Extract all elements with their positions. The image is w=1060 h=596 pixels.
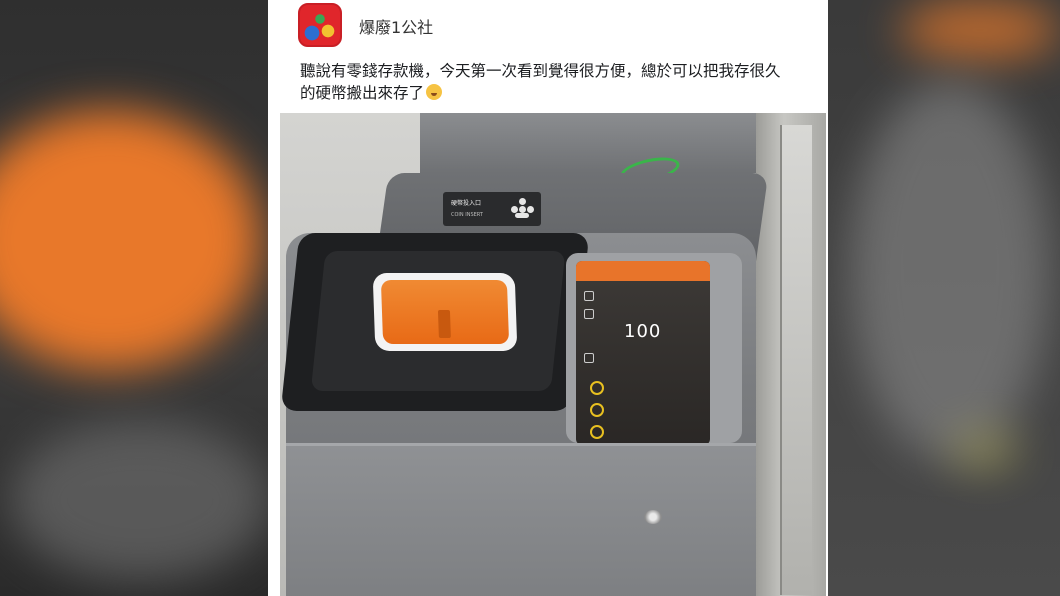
post-text-line-2-content: 的硬幣搬出來存了 — [300, 84, 425, 102]
coin-insert-label: 硬幣投入口 COIN INSERT — [443, 192, 541, 226]
instruction-panel: 100 — [566, 253, 742, 445]
blur-yellow-shape-right — [950, 430, 1020, 470]
machine-back-panel — [420, 113, 760, 173]
coin-deposit-machine: 100 — [280, 233, 756, 596]
page-avatar[interactable] — [298, 3, 342, 47]
coin-slot — [437, 310, 451, 338]
blurred-background-left — [0, 0, 268, 596]
screen-yellow-icon-1 — [590, 381, 604, 395]
blur-gray-shape — [10, 420, 268, 580]
post-body-text: 聽說有零錢存款機，今天第一次看到覺得很方便，總於可以把我存很久 的硬幣搬出來存了 — [300, 60, 810, 104]
screen-coin-limit: 100 — [624, 321, 662, 342]
post-header: 爆廢1公社 — [268, 0, 828, 56]
instruction-screen: 100 — [576, 261, 710, 445]
coin-funnel-rim — [372, 273, 518, 351]
screen-step-icon-2 — [584, 309, 594, 319]
emoji-icon — [426, 84, 443, 100]
screen-step-icon-3 — [584, 353, 594, 363]
screen-header-bar — [576, 261, 710, 281]
page-name[interactable]: 爆廢1公社 — [359, 14, 433, 38]
lock-screw — [644, 510, 662, 524]
photo-door-frame — [780, 125, 812, 595]
post-photo[interactable]: 硬幣投入口 COIN INSERT 100 — [280, 113, 826, 596]
screen-yellow-icon-3 — [590, 425, 604, 439]
screen-step-icon-1 — [584, 291, 594, 301]
blur-light-shape-right — [850, 80, 1050, 460]
coin-funnel — [380, 280, 510, 344]
blur-orange-shape-right — [900, 0, 1060, 60]
screen-yellow-icon-2 — [590, 403, 604, 417]
photo-wall-right — [756, 113, 826, 596]
blurred-background-right — [828, 0, 1060, 596]
post-text-line-1: 聽說有零錢存款機，今天第一次看到覺得很方便，總於可以把我存很久 — [300, 62, 781, 80]
coin-insert-label-en: COIN INSERT — [451, 212, 483, 218]
coin-insert-label-cn: 硬幣投入口 — [451, 200, 482, 207]
post-text-line-2: 的硬幣搬出來存了 — [300, 82, 810, 104]
social-post-card: 爆廢1公社 聽說有零錢存款機，今天第一次看到覺得很方便，總於可以把我存很久 的硬… — [268, 0, 828, 596]
machine-front-panel — [286, 443, 756, 596]
coin-icon — [511, 198, 534, 220]
blur-orange-shape — [0, 110, 260, 370]
